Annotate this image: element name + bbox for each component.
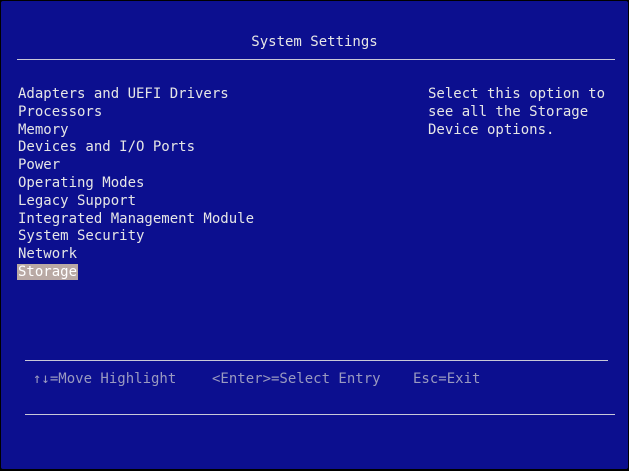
menu-item-label: Processors — [18, 103, 103, 120]
menu-item-storage[interactable]: Storage — [17, 263, 255, 282]
page-title: System Settings — [251, 34, 378, 50]
menu-item-power[interactable]: Power — [17, 157, 255, 175]
footer-bottom-divider — [25, 414, 615, 415]
menu-item-label: Network — [18, 246, 78, 263]
help-line: Device options. — [428, 121, 555, 138]
menu-item-label: Adapters and UEFI Drivers — [18, 86, 229, 102]
menu-item-label: Memory — [18, 121, 69, 138]
menu-item-integrated-management-module[interactable]: Integrated Management Module — [17, 211, 255, 229]
menu-item-label: System Security — [18, 228, 145, 245]
menu-item-adapters-uefi-drivers[interactable]: Adapters and UEFI Drivers — [17, 86, 255, 104]
menu-item-legacy-support[interactable]: Legacy Support — [17, 193, 255, 211]
menu-item-label: Storage — [17, 263, 79, 280]
footer-move-hint: ↑↓=Move Highlight — [33, 371, 177, 387]
menu-item-system-security[interactable]: System Security — [17, 228, 255, 246]
footer-top-divider — [25, 360, 608, 361]
footer-select-hint: <Enter>=Select Entry — [212, 371, 381, 387]
help-line: see all the Storage — [428, 103, 589, 120]
top-divider — [17, 59, 615, 60]
menu-item-operating-modes[interactable]: Operating Modes — [17, 175, 255, 193]
menu-item-label: Power — [18, 157, 61, 174]
menu-item-label: Operating Modes — [18, 174, 145, 191]
help-line: Select this option to — [428, 86, 606, 102]
menu-item-memory[interactable]: Memory — [17, 122, 255, 140]
bios-screen: System Settings Adapters and UEFI Driver… — [1, 1, 628, 469]
menu-item-label: Legacy Support — [18, 192, 137, 209]
settings-menu: Adapters and UEFI Drivers Processors Mem… — [17, 86, 255, 282]
menu-item-label: Integrated Management Module — [18, 210, 255, 227]
help-text: Select this option to see all the Storag… — [428, 86, 618, 139]
menu-item-processors[interactable]: Processors — [17, 104, 255, 122]
menu-item-devices-io-ports[interactable]: Devices and I/O Ports — [17, 139, 255, 157]
footer-exit-hint: Esc=Exit — [413, 371, 481, 387]
menu-item-network[interactable]: Network — [17, 246, 255, 264]
menu-item-label: Devices and I/O Ports — [18, 139, 196, 156]
